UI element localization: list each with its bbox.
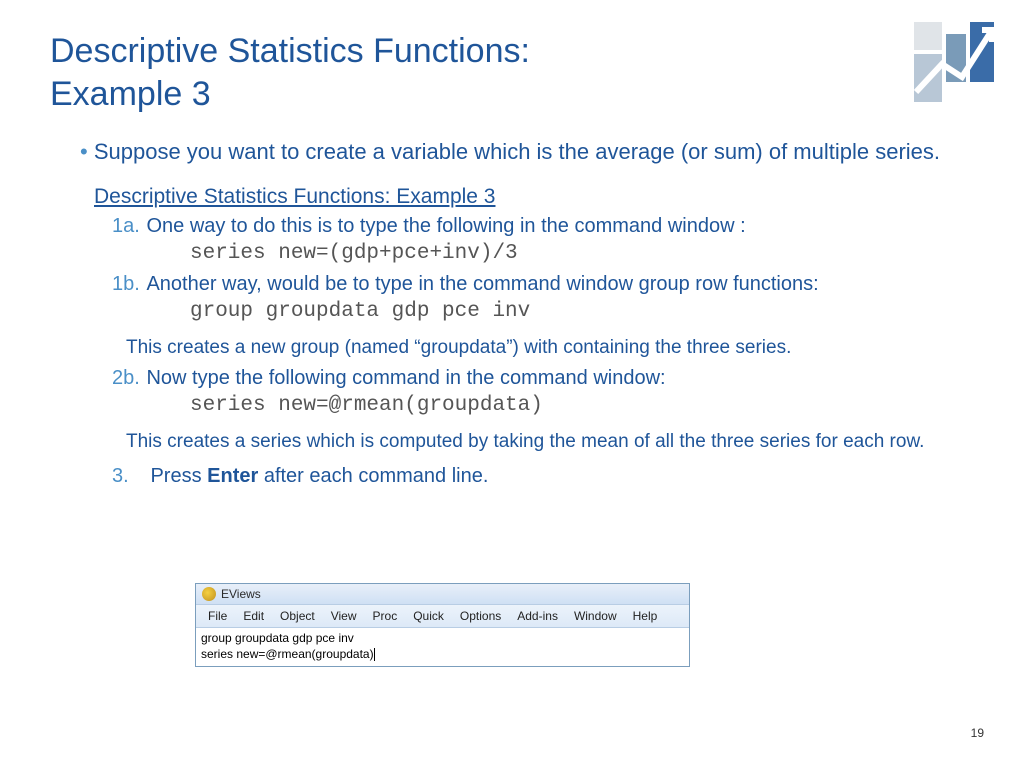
menu-file[interactable]: File — [200, 608, 235, 624]
step-1a: 1a. One way to do this is to type the fo… — [112, 215, 974, 238]
step-text: Another way, would be to type in the com… — [146, 273, 818, 295]
page-number: 19 — [971, 726, 984, 740]
command-line: series new=@rmean(groupdata) — [201, 646, 684, 662]
text-fragment: Press — [150, 465, 207, 487]
step-3: 3. Press Enter after each command line. — [112, 465, 974, 488]
slide-title: Descriptive Statistics Functions: Exampl… — [50, 30, 974, 115]
menu-quick[interactable]: Quick — [405, 608, 452, 624]
text-bold: Enter — [207, 465, 258, 487]
title-line-2: Example 3 — [50, 75, 211, 113]
step-text: Press Enter after each command line. — [150, 465, 488, 487]
window-title: EViews — [221, 587, 261, 601]
title-line-1: Descriptive Statistics Functions: — [50, 32, 530, 70]
menu-options[interactable]: Options — [452, 608, 509, 624]
logo-chart-icon — [914, 22, 994, 102]
step-label: 1a. — [112, 215, 142, 238]
menu-edit[interactable]: Edit — [235, 608, 272, 624]
command-input-area[interactable]: group groupdata gdp pce inv series new=@… — [196, 628, 689, 666]
step-text: Now type the following command in the co… — [146, 367, 665, 389]
step-2b: 2b. Now type the following command in th… — [112, 367, 974, 390]
step-text: One way to do this is to type the follow… — [146, 215, 745, 237]
menu-object[interactable]: Object — [272, 608, 323, 624]
step-label: 3. — [112, 465, 146, 488]
menubar: File Edit Object View Proc Quick Options… — [196, 605, 689, 628]
eviews-window: EViews File Edit Object View Proc Quick … — [195, 583, 690, 667]
command-line: group groupdata gdp pce inv — [201, 630, 684, 646]
menu-addins[interactable]: Add-ins — [509, 608, 566, 624]
intro-bullet: Suppose you want to create a variable wh… — [80, 137, 974, 167]
slide: Descriptive Statistics Functions: Exampl… — [0, 0, 1024, 768]
menu-proc[interactable]: Proc — [365, 608, 406, 624]
text-cursor — [374, 648, 375, 661]
command-text: series new=@rmean(groupdata) — [201, 647, 374, 661]
window-titlebar[interactable]: EViews — [196, 584, 689, 605]
step-1b: 1b. Another way, would be to type in the… — [112, 273, 974, 296]
step-label: 1b. — [112, 273, 142, 296]
code-line-1b: group groupdata gdp pce inv — [190, 300, 974, 323]
code-line-1a: series new=(gdp+pce+inv)/3 — [190, 242, 974, 265]
app-icon — [202, 587, 216, 601]
menu-view[interactable]: View — [323, 608, 365, 624]
text-fragment: after each command line. — [258, 465, 488, 487]
code-line-2b: series new=@rmean(groupdata) — [190, 394, 974, 417]
note-1: This creates a new group (named “groupda… — [126, 337, 974, 359]
menu-window[interactable]: Window — [566, 608, 625, 624]
note-2: This creates a series which is computed … — [126, 431, 974, 453]
menu-help[interactable]: Help — [625, 608, 666, 624]
section-subtitle: Descriptive Statistics Functions: Exampl… — [94, 185, 974, 209]
step-label: 2b. — [112, 367, 142, 390]
